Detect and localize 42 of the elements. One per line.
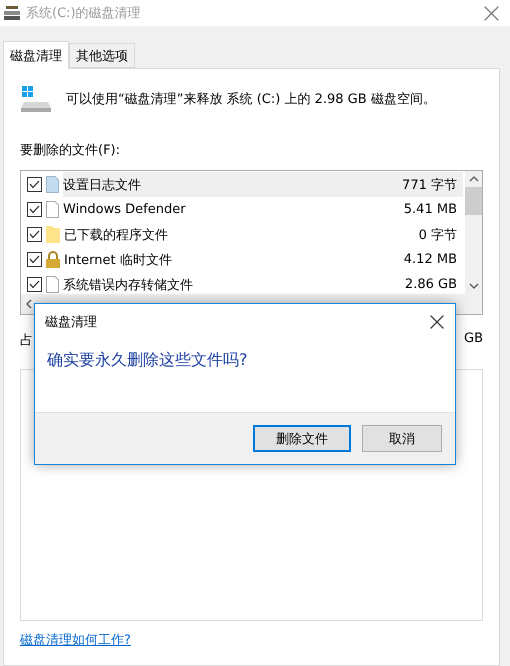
document-icon: [46, 276, 59, 293]
file-row[interactable]: 系统错误内存转储文件 2.86 GB: [63, 272, 463, 294]
total-label: 占: [20, 332, 33, 349]
file-size: 2.86 GB: [404, 277, 457, 292]
document-icon: [46, 176, 59, 193]
close-icon[interactable]: [429, 314, 445, 330]
checkbox[interactable]: [27, 252, 42, 267]
tab[interactable]: 其他选项: [69, 43, 135, 68]
dialog-title: 磁盘清理: [45, 314, 97, 331]
file-row[interactable]: 设置日志文件 771 字节: [63, 172, 463, 197]
tab[interactable]: 磁盘清理: [3, 41, 69, 69]
help-link[interactable]: 磁盘清理如何工作?: [20, 631, 131, 649]
folder-icon: [46, 226, 60, 243]
file-size: 771 字节: [402, 176, 457, 194]
file-row[interactable]: Windows Defender 5.41 MB: [63, 197, 463, 222]
dialog-button[interactable]: 删除文件: [253, 425, 351, 452]
checkbox[interactable]: [27, 202, 42, 217]
file-name: 已下载的程序文件: [64, 226, 168, 244]
files-label: 要删除的文件(F):: [20, 142, 122, 159]
lock-icon: [46, 251, 60, 268]
file-size: 0 字节: [418, 226, 457, 244]
checkbox[interactable]: [27, 277, 42, 292]
window-title: 系统(C:)的磁盘清理: [26, 5, 142, 22]
file-name: 系统错误内存转储文件: [63, 276, 193, 294]
scrollbar[interactable]: [465, 171, 482, 294]
checkbox[interactable]: [27, 227, 42, 242]
file-size: 5.41 MB: [404, 202, 457, 217]
total-value: GB: [464, 331, 483, 348]
document-icon: [46, 201, 59, 218]
file-size: 4.12 MB: [404, 252, 457, 267]
disk-icon: [4, 6, 20, 20]
dialog-message: 确实要永久删除这些文件吗?: [46, 349, 248, 371]
checkbox[interactable]: [27, 177, 42, 192]
dialog-button[interactable]: 取消: [362, 425, 442, 452]
file-row[interactable]: 已下载的程序文件 0 字节: [64, 222, 463, 247]
drive-icon: [20, 84, 52, 114]
file-name: Windows Defender: [63, 202, 186, 217]
intro-text: 可以使用“磁盘清理”来释放 系统 (C:) 上的 2.98 GB 磁盘空间。: [66, 91, 436, 108]
file-name: 设置日志文件: [63, 176, 141, 194]
file-name: Internet 临时文件: [64, 252, 172, 268]
scroll-thumb[interactable]: [465, 187, 482, 215]
file-row[interactable]: Internet 临时文件 4.12 MB: [64, 247, 463, 272]
